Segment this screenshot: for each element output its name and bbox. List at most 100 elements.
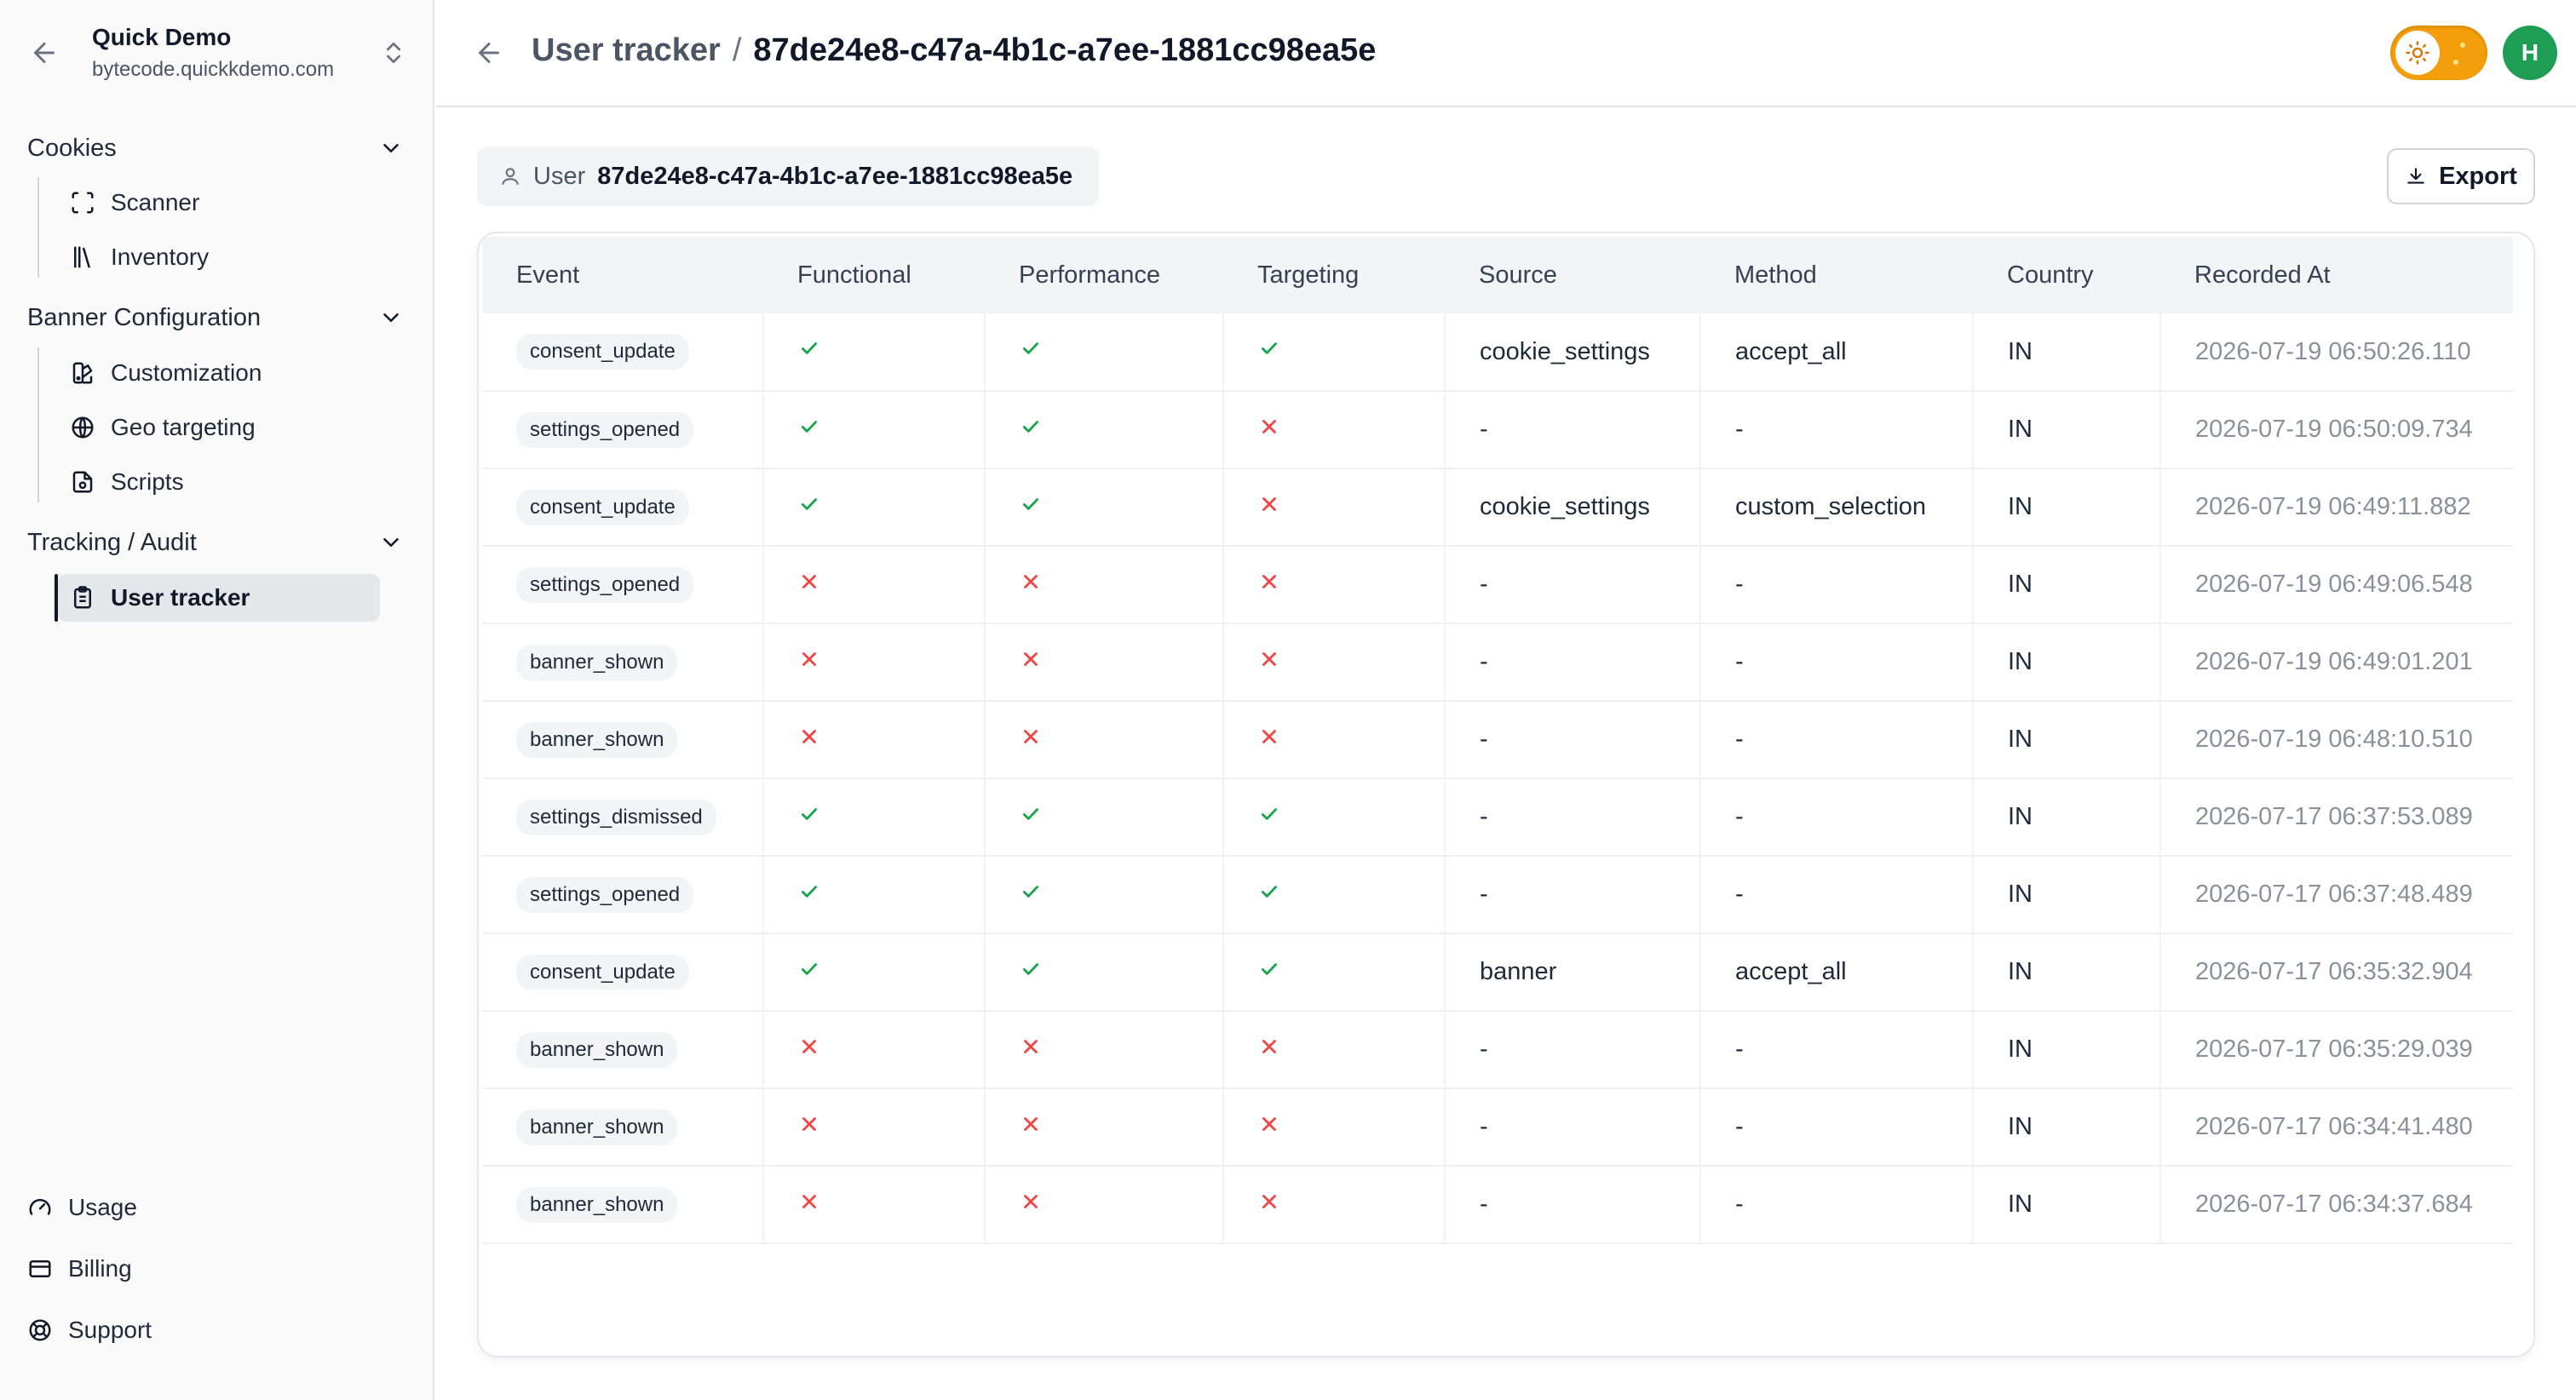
cell-source: - xyxy=(1445,546,1701,624)
check-icon xyxy=(798,881,820,903)
cell-recorded-at: 2026-07-17 06:37:48.489 xyxy=(2160,856,2513,934)
cell-performance xyxy=(985,468,1224,547)
cell-recorded-at: 2026-07-19 06:50:26.110 xyxy=(2160,313,2513,392)
sidebar-item-customization[interactable]: Customization xyxy=(58,349,380,397)
table-row[interactable]: banner_shown - - IN 2026-07-17 06:35:29.039 xyxy=(482,1011,2513,1089)
cell-country: IN xyxy=(1973,313,2161,392)
sidebar-item-label: Billing xyxy=(68,1255,132,1282)
page-title: 87de24e8-c47a-4b1c-a7ee-1881cc98ea5e xyxy=(753,32,1377,68)
cell-functional xyxy=(763,391,986,469)
column-header-event[interactable]: Event xyxy=(482,237,763,313)
cell-event: settings_opened xyxy=(482,856,764,934)
sidebar-item-usage[interactable]: Usage xyxy=(27,1184,137,1231)
x-icon xyxy=(1258,1036,1280,1058)
sidebar-item-support[interactable]: Support xyxy=(27,1306,152,1354)
sidebar: Quick Demo bytecode.quickkdemo.com Cooki… xyxy=(0,0,434,1400)
star-dot xyxy=(2453,60,2458,65)
cell-source: - xyxy=(1445,391,1701,469)
cell-source: - xyxy=(1445,778,1701,857)
cell-functional xyxy=(763,778,986,857)
check-icon xyxy=(1020,337,1042,359)
event-badge: banner_shown xyxy=(516,1109,678,1145)
table-row[interactable]: settings_opened - - IN 2026-07-19 06:49:06.5… xyxy=(482,546,2513,624)
check-icon xyxy=(798,337,820,359)
export-button[interactable]: Export xyxy=(2387,148,2535,204)
nav-section-cookies[interactable]: Cookies xyxy=(0,123,434,173)
sidebar-item-inventory[interactable]: Inventory xyxy=(58,233,380,281)
event-badge: banner_shown xyxy=(516,1186,678,1223)
column-header-recorded-at[interactable]: Recorded At xyxy=(2160,237,2513,313)
life-buoy-icon xyxy=(29,1319,51,1341)
cell-method: - xyxy=(1700,1166,1974,1244)
x-icon xyxy=(798,1191,820,1213)
cell-targeting xyxy=(1223,391,1446,469)
back-arrow-icon[interactable] xyxy=(474,37,504,68)
table-row[interactable]: banner_shown - - IN 2026-07-19 06:49:01.201 xyxy=(482,623,2513,702)
sidebar-item-scanner[interactable]: Scanner xyxy=(58,179,380,227)
breadcrumb-parent-link[interactable]: User tracker xyxy=(532,32,721,69)
cell-recorded-at: 2026-07-19 06:49:01.201 xyxy=(2160,623,2513,702)
table-row[interactable]: consent_update cookie_settings accept_all I… xyxy=(482,313,2513,392)
x-icon xyxy=(1258,571,1280,593)
cell-functional xyxy=(763,1088,986,1167)
star-dot xyxy=(2460,43,2465,48)
palette-icon xyxy=(72,362,93,384)
cell-recorded-at: 2026-07-17 06:37:53.089 xyxy=(2160,778,2513,857)
cell-method: - xyxy=(1700,1088,1974,1167)
check-icon xyxy=(1020,958,1042,980)
cell-method: - xyxy=(1700,623,1974,702)
sidebar-item-user-tracker[interactable]: User tracker xyxy=(55,574,380,622)
sidebar-item-geo-targeting[interactable]: Geo targeting xyxy=(58,404,380,451)
table-row[interactable]: consent_update banner accept_all IN 2026-07-… xyxy=(482,933,2513,1012)
cell-functional xyxy=(763,933,986,1012)
user-id-chip: User 87de24e8-c47a-4b1c-a7ee-1881cc98ea5… xyxy=(477,146,1099,206)
table-row[interactable]: settings_opened - - IN 2026-07-17 06:37:48.4… xyxy=(482,856,2513,934)
cell-source: - xyxy=(1445,623,1701,702)
column-header-functional[interactable]: Functional xyxy=(763,237,985,313)
nav-section-tracking-audit[interactable]: Tracking / Audit xyxy=(0,518,434,567)
cell-performance xyxy=(985,546,1224,624)
cell-country: IN xyxy=(1973,933,2161,1012)
cell-event: settings_opened xyxy=(482,546,764,624)
check-icon xyxy=(798,958,820,980)
nav-section-banner-configuration[interactable]: Banner Configuration xyxy=(0,293,434,342)
table-row[interactable]: banner_shown - - IN 2026-07-19 06:48:10.510 xyxy=(482,701,2513,779)
cell-country: IN xyxy=(1973,778,2161,857)
x-icon xyxy=(798,571,820,593)
x-icon xyxy=(1258,726,1280,748)
sidebar-item-label: Customization xyxy=(111,359,262,386)
chevrons-up-down-icon[interactable] xyxy=(380,36,407,70)
column-header-method[interactable]: Method xyxy=(1700,237,1973,313)
x-icon xyxy=(798,1113,820,1135)
avatar[interactable]: H xyxy=(2503,26,2557,80)
column-header-source[interactable]: Source xyxy=(1445,237,1700,313)
cell-targeting xyxy=(1223,623,1446,702)
cell-method: accept_all xyxy=(1700,313,1974,392)
event-badge: consent_update xyxy=(516,334,689,370)
cell-country: IN xyxy=(1973,546,2161,624)
back-arrow-icon[interactable] xyxy=(29,37,60,68)
cell-functional xyxy=(763,1011,986,1089)
export-label: Export xyxy=(2439,162,2517,190)
table-row[interactable]: settings_opened - - IN 2026-07-19 06:50:09.7… xyxy=(482,391,2513,469)
theme-toggle[interactable] xyxy=(2390,26,2487,80)
sidebar-item-billing[interactable]: Billing xyxy=(27,1245,132,1293)
table-row[interactable]: settings_dismissed - - IN 2026-07-17 06:37:5… xyxy=(482,778,2513,857)
sidebar-item-label: Geo targeting xyxy=(111,414,256,440)
cell-source: cookie_settings xyxy=(1445,313,1701,392)
chevron-down-icon xyxy=(383,313,399,322)
sun-icon xyxy=(2395,31,2440,75)
cell-targeting xyxy=(1223,856,1446,934)
table-row[interactable]: consent_update cookie_settings custom_sele… xyxy=(482,468,2513,547)
org-switcher[interactable]: Quick Demo bytecode.quickkdemo.com xyxy=(0,0,434,106)
column-header-country[interactable]: Country xyxy=(1973,237,2160,313)
check-icon xyxy=(1020,416,1042,438)
x-icon xyxy=(1020,726,1042,748)
column-header-targeting[interactable]: Targeting xyxy=(1223,237,1445,313)
cell-method: - xyxy=(1700,778,1974,857)
column-header-performance[interactable]: Performance xyxy=(985,237,1223,313)
table-row[interactable]: banner_shown - - IN 2026-07-17 06:34:37.684 xyxy=(482,1166,2513,1244)
cell-source: cookie_settings xyxy=(1445,468,1701,547)
table-row[interactable]: banner_shown - - IN 2026-07-17 06:34:41.480 xyxy=(482,1088,2513,1167)
sidebar-item-scripts[interactable]: Scripts xyxy=(58,458,380,506)
